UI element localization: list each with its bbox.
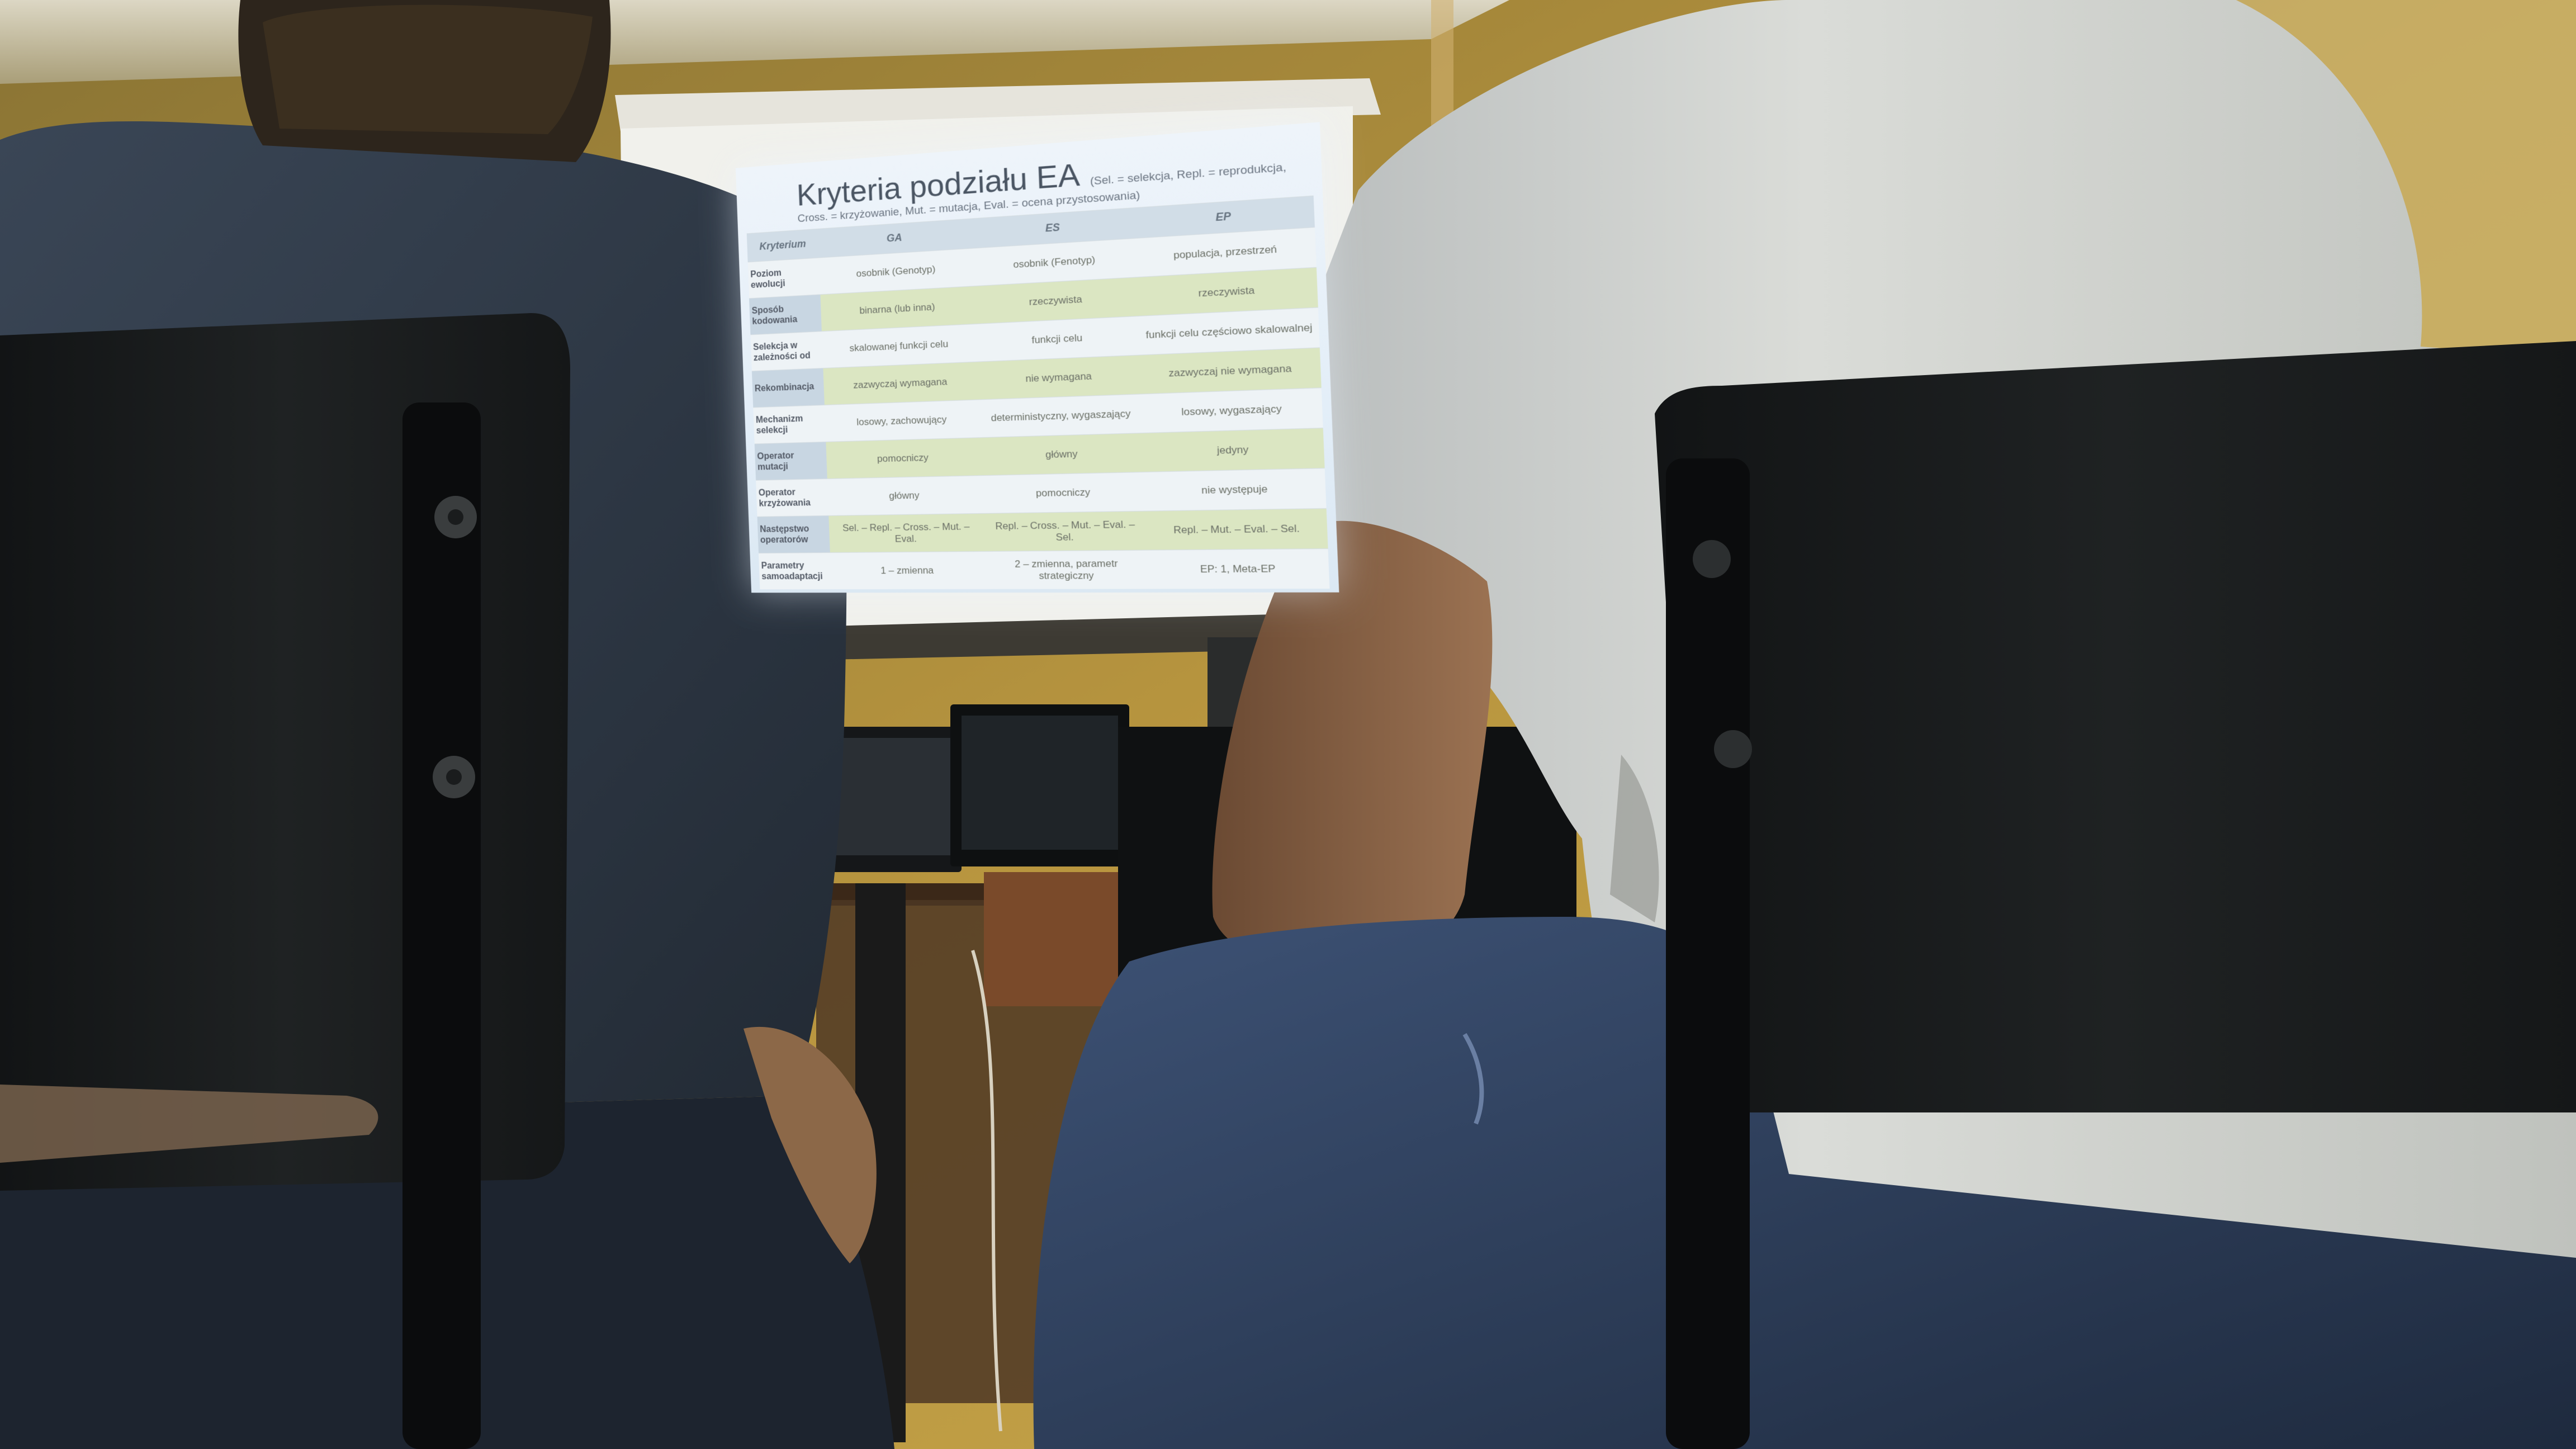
table-cell: skalowanej funkcji celu [821,324,978,368]
table-row: Następstwo operatorów Sel. – Repl. – Cros… [757,508,1328,553]
table-cell: EP: 1, Meta-EP [1148,548,1330,589]
table-cell: 2 – zmienna, parametr strategiczny [984,550,1150,589]
table-row-header: Selekcja w zależności od [750,331,823,371]
table-row-header: Sposób kodowania [749,294,822,335]
table-cell: funkcji celu [976,316,1140,362]
table-cell: funkcji celu częściowo skalowalnej [1139,307,1320,356]
table-row-header: Operator mutacji [754,442,827,481]
table-row: Parametry samoadaptacji 1 – zmienna 2 – zm… [758,548,1330,590]
table-row-header: Rekombinacja [751,368,825,408]
table-cell: pomocniczy [826,437,982,479]
table-cell: deterministyczny, wygaszający [978,394,1144,438]
left-chair-screw-bottom-center [446,769,462,785]
table-row-header: Parametry samoadaptacji [758,552,832,590]
projected-slide: Kryteria podziału EA (Sel. = selekcja, R… [735,122,1339,593]
back-cabinet [984,872,1129,1006]
table-cell: nie występuje [1145,468,1327,512]
right-chair-screw-bottom [1714,730,1752,768]
table-cell: Repl. – Mut. – Eval. – Sel. [1147,508,1328,551]
left-chair-screw-top-center [448,509,463,525]
table-row-header: Mechanizm selekcji [753,405,826,444]
ea-criteria-table: Kryterium GA ES EP Poziom ewolucji osobni… [746,196,1330,590]
table-cell: Repl. – Cross. – Mut. – Eval. – Sel. [983,511,1148,552]
table-cell: jedyny [1143,428,1325,472]
table-cell: 1 – zmienna [830,551,986,590]
monitor-back-1-screen [827,738,950,855]
left-chair-backrest [0,313,570,1191]
right-chair-screw-top [1693,540,1731,578]
table-row-header: Następstwo operatorów [757,515,830,553]
table-cell: główny [980,433,1145,476]
table-cell: pomocniczy [982,472,1147,514]
table-cell: losowy, wygaszający [1142,387,1323,433]
table-row-header: Operator krzyżowania [756,479,829,517]
left-person-hair [263,4,593,134]
table-row-header: Poziom ewolucji [747,258,821,299]
left-chair-frame [402,402,481,1449]
monitor-back-2-screen [962,716,1118,850]
table-cell: Sel. – Repl. – Cross. – Mut. – Eval. [828,513,985,553]
table-cell: nie wymagana [977,355,1142,400]
right-chair-frame [1666,458,1750,1449]
table-cell: zazwyczaj nie wymagana [1140,347,1322,394]
table-cell: główny [827,475,983,516]
table-cell: losowy, zachowujący [824,399,981,442]
right-chair-backrest [1655,341,2576,1112]
table-cell: zazwyczaj wymagana [823,362,979,405]
table-header: Kryterium [746,229,819,262]
